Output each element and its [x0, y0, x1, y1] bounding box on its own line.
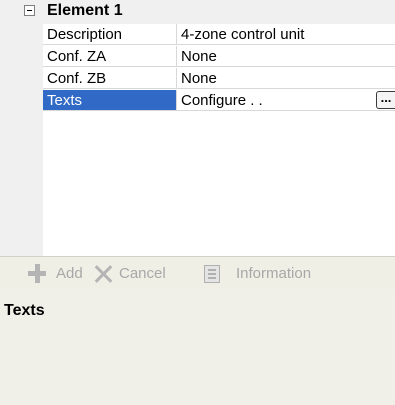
grid-gutter [0, 0, 43, 256]
cancel-label: Cancel [119, 265, 166, 282]
property-row-conf-za[interactable]: Conf. ZA None [43, 46, 395, 68]
property-value[interactable]: None [177, 46, 395, 67]
property-row-conf-zb[interactable]: Conf. ZB None [43, 68, 395, 90]
description-title: Texts [4, 302, 45, 319]
ellipsis-button[interactable]: ... [376, 91, 395, 109]
toolbar: Add Cancel Information [0, 256, 395, 289]
category-label: Element 1 [47, 2, 123, 19]
property-name[interactable]: Conf. ZB [43, 68, 177, 89]
collapse-icon[interactable] [24, 5, 35, 16]
property-value-text: Configure . . [181, 92, 263, 109]
property-row-texts[interactable]: Texts Configure . . ... [43, 90, 395, 112]
description-panel: Texts [0, 289, 395, 405]
information-icon [204, 265, 220, 283]
property-grid: Element 1 Description 4-zone control uni… [0, 0, 395, 256]
property-value[interactable]: 4-zone control unit [177, 24, 395, 45]
add-label: Add [56, 265, 83, 282]
property-row-description[interactable]: Description 4-zone control unit [43, 24, 395, 46]
cancel-icon [93, 263, 115, 285]
property-name[interactable]: Conf. ZA [43, 46, 177, 67]
property-name[interactable]: Description [43, 24, 177, 45]
information-label: Information [236, 265, 312, 282]
property-name[interactable]: Texts [43, 90, 177, 111]
property-value[interactable]: None [177, 68, 395, 89]
category-row-element-1[interactable]: Element 1 [0, 0, 395, 24]
property-value[interactable]: Configure . . [177, 90, 395, 111]
